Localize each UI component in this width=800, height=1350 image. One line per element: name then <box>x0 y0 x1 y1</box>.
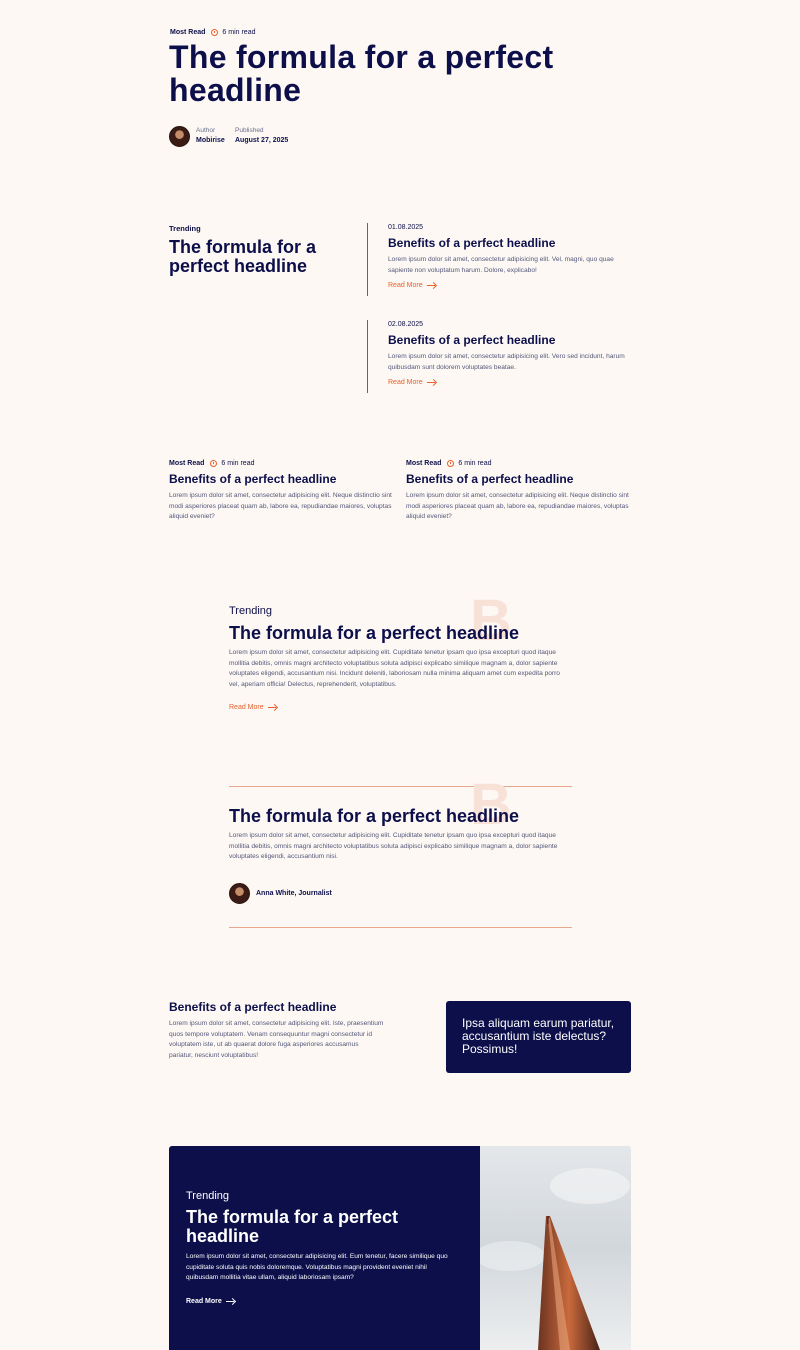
feature-text: Lorem ipsum dolor sit amet, consectetur … <box>229 649 560 688</box>
trending-title: The formula for a perfect headline <box>169 237 317 276</box>
divider-line <box>367 320 368 393</box>
feature-label: Trending <box>229 605 273 617</box>
card-title[interactable]: Benefits of a perfect headline <box>169 472 394 486</box>
card-text: Lorem ipsum dolor sit amet, consectetur … <box>406 492 629 520</box>
quote-box: Ipsa aliquam earum pariatur, accusantium… <box>446 1001 631 1073</box>
promo-label: Trending <box>186 1190 230 1202</box>
arrow-right-icon <box>225 1301 234 1302</box>
quote-box-text: Ipsa aliquam earum pariatur, accusantium… <box>462 1016 615 1056</box>
benefits-title: Benefits of a perfect headline <box>169 1000 337 1014</box>
trending-item: 01.08.2025 Benefits of a perfect headlin… <box>388 224 638 289</box>
item-text: Lorem ipsum dolor sit amet, consectetur … <box>388 256 614 274</box>
card-text: Lorem ipsum dolor sit amet, consectetur … <box>169 492 392 520</box>
journalist-avatar <box>229 883 250 904</box>
published-label: Published <box>235 127 264 134</box>
journalist-name: Anna White, Journalist <box>256 890 332 897</box>
card-category: Most Read <box>169 460 205 467</box>
trending-label: Trending <box>169 224 201 233</box>
promo-image <box>480 1146 631 1350</box>
clock-icon <box>210 460 218 467</box>
item-date: 01.08.2025 <box>388 224 424 231</box>
card-category: Most Read <box>406 460 442 467</box>
divider-line <box>367 223 368 296</box>
author-name[interactable]: Mobirise <box>196 137 225 144</box>
author-avatar <box>169 126 190 147</box>
read-more-label: Read More <box>388 379 423 386</box>
card-read-time: 6 min read <box>221 460 255 467</box>
most-read-card: Most Read 6 min read Benefits of a perfe… <box>169 460 394 523</box>
card-title[interactable]: Benefits of a perfect headline <box>406 472 634 486</box>
hero-read-time: 6 min read <box>222 29 256 36</box>
item-title[interactable]: Benefits of a perfect headline <box>388 236 638 250</box>
promo-read-more[interactable]: Read More <box>186 1298 234 1305</box>
read-more-label: Read More <box>186 1298 222 1305</box>
bottom-rule <box>229 927 572 928</box>
arrow-right-icon <box>267 707 276 708</box>
promo-panel: Trending The formula for a perfect headl… <box>169 1146 480 1350</box>
tower-illustration <box>480 1146 631 1350</box>
quote-text: Lorem ipsum dolor sit amet, consectetur … <box>229 832 558 860</box>
promo-title: The formula for a perfect headline <box>186 1207 399 1246</box>
hero-meta: Most Read 6 min read <box>170 29 255 36</box>
arrow-right-icon <box>426 382 435 383</box>
clock-icon <box>447 460 455 467</box>
benefits-text: Lorem ipsum dolor sit amet, consectetur … <box>169 1020 384 1059</box>
author-info: Author Mobirise <box>196 127 225 144</box>
card-read-time: 6 min read <box>458 460 492 467</box>
read-more-label: Read More <box>388 282 423 289</box>
feature-read-more[interactable]: Read More <box>229 704 276 711</box>
published-info: Published August 27, 2025 <box>235 127 288 144</box>
quote-title: The formula for a perfect headline <box>229 806 520 826</box>
card-meta: Most Read 6 min read <box>406 460 634 467</box>
item-title[interactable]: Benefits of a perfect headline <box>388 333 638 347</box>
read-more-link[interactable]: Read More <box>388 379 638 386</box>
published-date: August 27, 2025 <box>235 137 289 144</box>
promo-text: Lorem ipsum dolor sit amet, consectetur … <box>186 1253 448 1281</box>
card-meta: Most Read 6 min read <box>169 460 394 467</box>
trending-item: 02.08.2025 Benefits of a perfect headlin… <box>388 321 638 386</box>
arrow-right-icon <box>426 285 435 286</box>
read-more-label: Read More <box>229 704 264 711</box>
feature-title: The formula for a perfect headline <box>229 623 520 643</box>
top-rule <box>229 786 572 787</box>
item-date: 02.08.2025 <box>388 321 424 328</box>
author-label: Author <box>196 127 216 134</box>
read-more-link[interactable]: Read More <box>388 282 638 289</box>
clock-icon <box>211 29 219 36</box>
hero-title: The formula for a perfect headline <box>169 39 554 108</box>
hero-category: Most Read <box>170 29 206 36</box>
most-read-card: Most Read 6 min read Benefits of a perfe… <box>406 460 634 523</box>
item-text: Lorem ipsum dolor sit amet, consectetur … <box>388 353 625 371</box>
